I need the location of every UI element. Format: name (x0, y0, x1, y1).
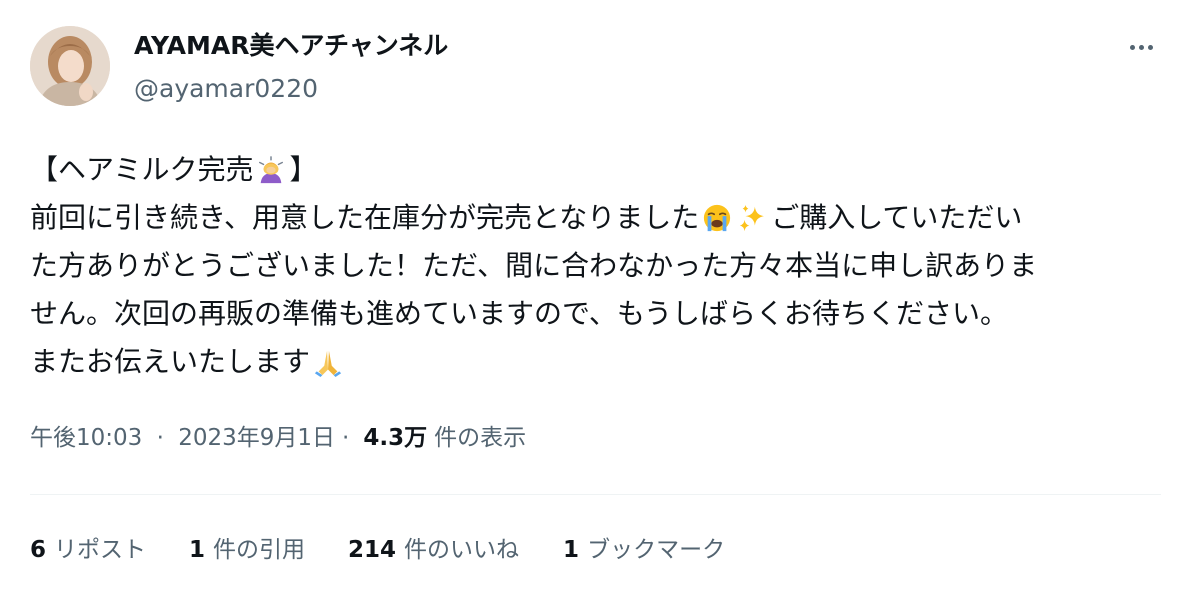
more-options-icon-dot (1147, 44, 1153, 50)
tweet-detail: AYAMAR美ヘアチャンネル @ayamar0220 【ヘアミルク完売 】前回に引… (0, 0, 1191, 593)
bookmarks-count: 1 (563, 537, 580, 563)
more-options-icon-dot (1138, 44, 1144, 50)
tweet-date: 2023年9月1日 (178, 425, 336, 451)
quotes-label: 件の引用 (213, 537, 306, 563)
tweet-timestamp-link[interactable]: 午後10:03 · 2023年9月1日 (30, 421, 335, 455)
loudly-crying-face-emoji (701, 202, 733, 234)
tweet-text-line: た方ありがとうございました！ただ、間に合わなかった方々本当に申し訳ありま (30, 242, 1165, 290)
retweets-label: リポスト (54, 537, 147, 563)
divider (30, 494, 1161, 495)
tweet-text-segment: またお伝えいたします (30, 345, 311, 378)
tweet-text-segment: 前回に引き続き、用意した在庫分が完売となりました (30, 201, 700, 234)
retweets-count: 6 (30, 537, 47, 563)
tweet-text: 【ヘアミルク完売 】前回に引き続き、用意した在庫分が完売となりました ご購入していた… (30, 146, 1165, 386)
views-label: 件の表示 (434, 425, 527, 451)
tweet-meta: 午後10:03 · 2023年9月1日 · 4.3万 件の表示 (30, 421, 526, 455)
views-count: 4.3万 (363, 425, 428, 451)
tweet-text-line: またお伝えいたします (30, 338, 1165, 386)
tweet-text-line: せん。次回の再販の準備も進めていますので、もうしばらくお待ちください。 (30, 290, 1165, 338)
bookmarks-label: ブックマーク (587, 537, 726, 563)
quotes-count: 1 (189, 537, 206, 563)
person-bowing-emoji (255, 154, 287, 186)
tweet-text-segment: 】 (289, 153, 318, 186)
display-name[interactable]: AYAMAR美ヘアチャンネル (134, 28, 448, 64)
likes-count: 214 (348, 537, 397, 563)
likes-stat[interactable]: 214 件のいいね (348, 532, 519, 568)
meta-separator: · (342, 425, 350, 451)
bookmarks-stat[interactable]: 1 ブックマーク (563, 532, 725, 568)
tweet-stats: 6 リポスト 1 件の引用 214 件のいいね 1 ブックマーク (30, 532, 725, 568)
tweet-text-segment: た方ありがとうございました！ただ、間に合わなかった方々本当に申し訳ありま (30, 249, 1038, 282)
avatar[interactable] (30, 26, 110, 106)
quotes-stat[interactable]: 1 件の引用 (189, 532, 305, 568)
tweet-text-line: 前回に引き続き、用意した在庫分が完売となりました ご購入していただい (30, 194, 1165, 242)
tweet-text-segment: せん。次回の再販の準備も進めていますので、もうしばらくお待ちください。 (30, 297, 1009, 330)
user-handle[interactable]: @ayamar0220 (134, 72, 318, 106)
tweet-text-segment: 【ヘアミルク完売 (30, 153, 254, 186)
tweet-text-line: 【ヘアミルク完売 】 (30, 146, 1165, 194)
tweet-text-segment: ご購入していただい (771, 201, 1023, 234)
more-options-button[interactable] (1119, 30, 1163, 64)
avatar-photo (30, 26, 110, 106)
sparkles-emoji (737, 202, 769, 234)
more-options-icon (1129, 44, 1135, 50)
meta-separator: · (156, 425, 164, 451)
tweet-time: 午後10:03 (30, 425, 143, 451)
folded-hands-emoji (312, 346, 344, 378)
likes-label: 件のいいね (404, 537, 520, 563)
retweets-stat[interactable]: 6 リポスト (30, 532, 146, 568)
